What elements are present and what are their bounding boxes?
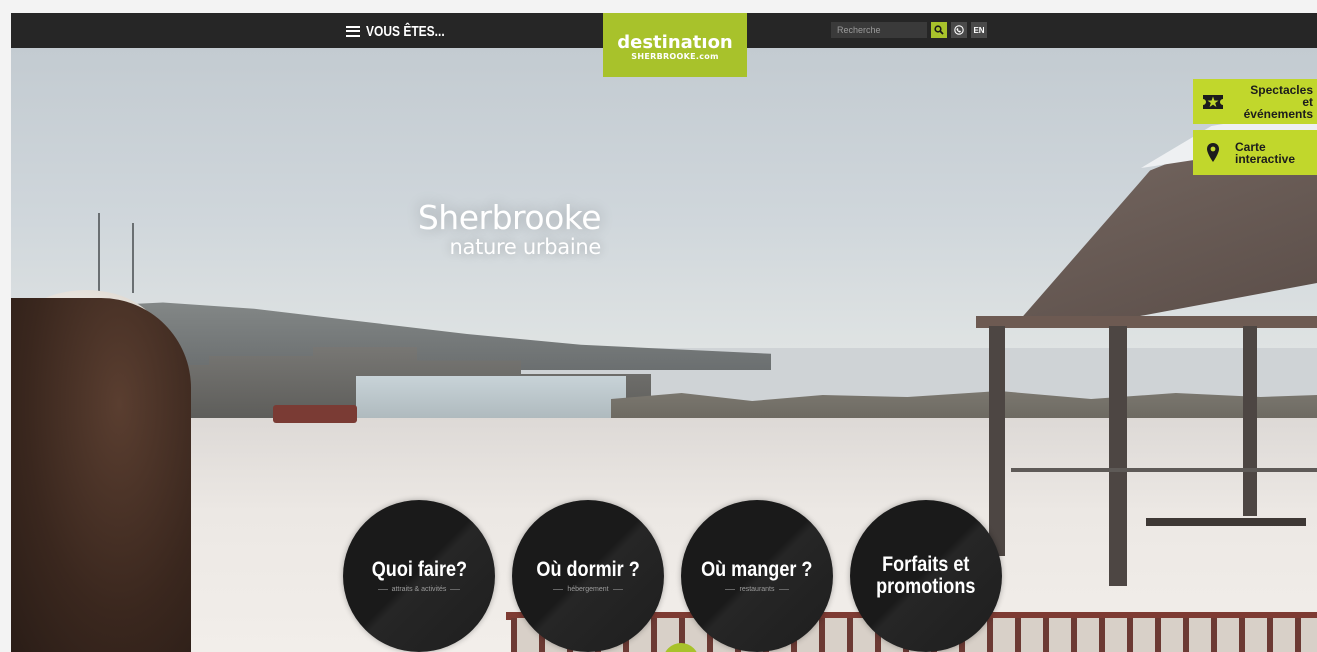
hero-section: Sherbrooke nature urbaine bbox=[11, 48, 1317, 652]
picnic-table bbox=[1146, 518, 1306, 526]
logo-main-text: destinatıon bbox=[617, 32, 733, 53]
ou-dormir-button[interactable]: Où dormir ? hébergement bbox=[512, 500, 664, 652]
hamburger-icon bbox=[346, 25, 360, 37]
gazebo-post bbox=[1109, 326, 1127, 586]
ou-manger-button[interactable]: Où manger ? restaurants bbox=[681, 500, 833, 652]
vous-etes-menu-button[interactable]: VOUS ÊTES... bbox=[346, 20, 464, 42]
gazebo-fence bbox=[1011, 468, 1317, 472]
ou-manger-title: Où manger ? bbox=[701, 558, 813, 581]
ou-dormir-subtitle: hébergement bbox=[553, 586, 622, 593]
spectacles-label-line1: Spectacles bbox=[1250, 82, 1313, 97]
forfaits-title-line2: promotions bbox=[876, 575, 976, 598]
star-ticket-icon bbox=[1193, 91, 1233, 113]
search-area: EN bbox=[831, 22, 987, 38]
red-vehicle bbox=[273, 405, 357, 423]
spectacles-events-button[interactable]: Spectacles et événements bbox=[1193, 79, 1317, 124]
language-button[interactable]: EN bbox=[971, 22, 987, 38]
page-frame: Sherbrooke nature urbaine VOUS ÊTES... R… bbox=[11, 13, 1317, 652]
gazebo-post bbox=[989, 326, 1005, 556]
menu-label: VOUS ÊTES... bbox=[366, 22, 445, 40]
search-input[interactable] bbox=[831, 22, 927, 38]
spectacles-label-line2: et événements bbox=[1243, 94, 1313, 121]
person-foreground bbox=[11, 298, 191, 652]
hero-title: Sherbrooke bbox=[417, 198, 602, 237]
ou-manger-subtitle: restaurants bbox=[725, 586, 788, 593]
quoi-faire-subtitle: attraits & activités bbox=[378, 586, 461, 593]
site-logo[interactable]: destinatıon SHERBROOKE.com bbox=[603, 13, 747, 77]
accessibility-button[interactable] bbox=[951, 22, 967, 38]
forfaits-title-line1: Forfaits et bbox=[882, 553, 970, 576]
hero-subtitle: nature urbaine bbox=[449, 235, 602, 259]
carte-label-line2: interactive bbox=[1235, 151, 1296, 166]
antenna-pole bbox=[132, 223, 134, 293]
logo-sub-text: SHERBROOKE.com bbox=[631, 52, 719, 61]
search-button[interactable] bbox=[931, 22, 947, 38]
hero-tagline: Sherbrooke nature urbaine bbox=[341, 198, 602, 259]
ou-dormir-title: Où dormir ? bbox=[536, 558, 640, 581]
treeline-background bbox=[611, 391, 1317, 423]
spectacles-label: Spectacles et événements bbox=[1233, 84, 1317, 120]
gazebo-roof-trim bbox=[976, 316, 1317, 328]
quoi-faire-button[interactable]: Quoi faire? attraits & activités bbox=[343, 500, 495, 652]
quoi-faire-title: Quoi faire? bbox=[371, 558, 467, 581]
carte-label: Carte interactive bbox=[1233, 141, 1317, 165]
building-background bbox=[356, 376, 626, 420]
interactive-map-button[interactable]: Carte interactive bbox=[1193, 130, 1317, 175]
antenna-pole bbox=[98, 213, 100, 293]
search-icon bbox=[934, 25, 944, 35]
phone-icon bbox=[954, 25, 964, 35]
carte-label-line1: Carte bbox=[1235, 139, 1266, 154]
gazebo-post bbox=[1243, 326, 1257, 516]
forfaits-promotions-button[interactable]: Forfaits et promotions bbox=[850, 500, 1002, 652]
map-pin-icon bbox=[1193, 142, 1233, 164]
